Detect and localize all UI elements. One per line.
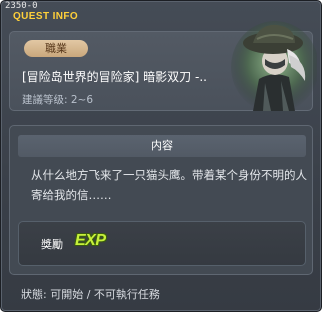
content-panel: 内容 从什么地方飞来了一只猫头鹰。带着某个身份不明的人寄给我的信…… 獎勵 EX… bbox=[9, 125, 313, 275]
window-title: QUEST INFO bbox=[13, 11, 79, 22]
reward-box: 獎勵 EXP bbox=[18, 221, 306, 266]
quest-description: 从什么地方飞来了一只猫头鹰。带着某个身份不明的人寄给我的信…… bbox=[31, 168, 307, 202]
job-badge: 職業 bbox=[24, 40, 88, 57]
reward-label: 獎勵 bbox=[41, 238, 63, 251]
quest-status: 狀態: 可開始 / 不可執行任務 bbox=[21, 288, 160, 301]
quest-id-label: 2350-0 bbox=[5, 1, 38, 11]
required-level: 建議等级: 2~6 bbox=[22, 94, 94, 106]
character-portrait bbox=[231, 21, 317, 111]
quest-info-window: 2350-0 QUEST INFO 職業 [冒险岛世界的冒险家] 暗影双刀 -.… bbox=[0, 0, 322, 312]
quest-name: [冒险岛世界的冒险家] 暗影双刀 -.. bbox=[22, 70, 207, 84]
content-section-title: 内容 bbox=[18, 135, 306, 157]
exp-icon: EXP bbox=[75, 232, 106, 249]
